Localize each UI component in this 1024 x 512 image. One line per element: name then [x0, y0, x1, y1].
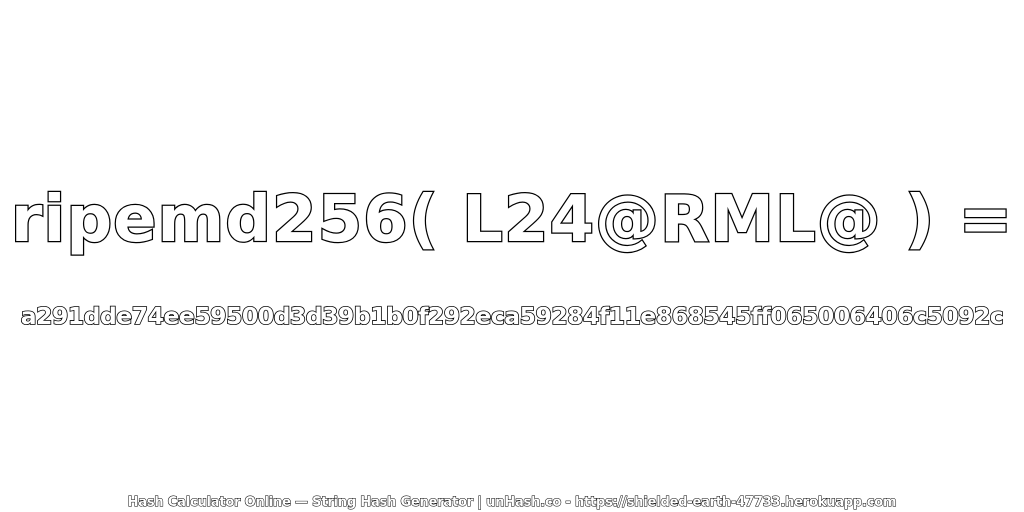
hash-value: a291dde74ee59500d3d39b1b0f292eca59284f11…: [20, 301, 1005, 331]
hash-expression: ripemd256( L24@RML@ ) =: [10, 182, 1014, 259]
footer-credit: Hash Calculator Online — String Hash Gen…: [127, 495, 897, 511]
